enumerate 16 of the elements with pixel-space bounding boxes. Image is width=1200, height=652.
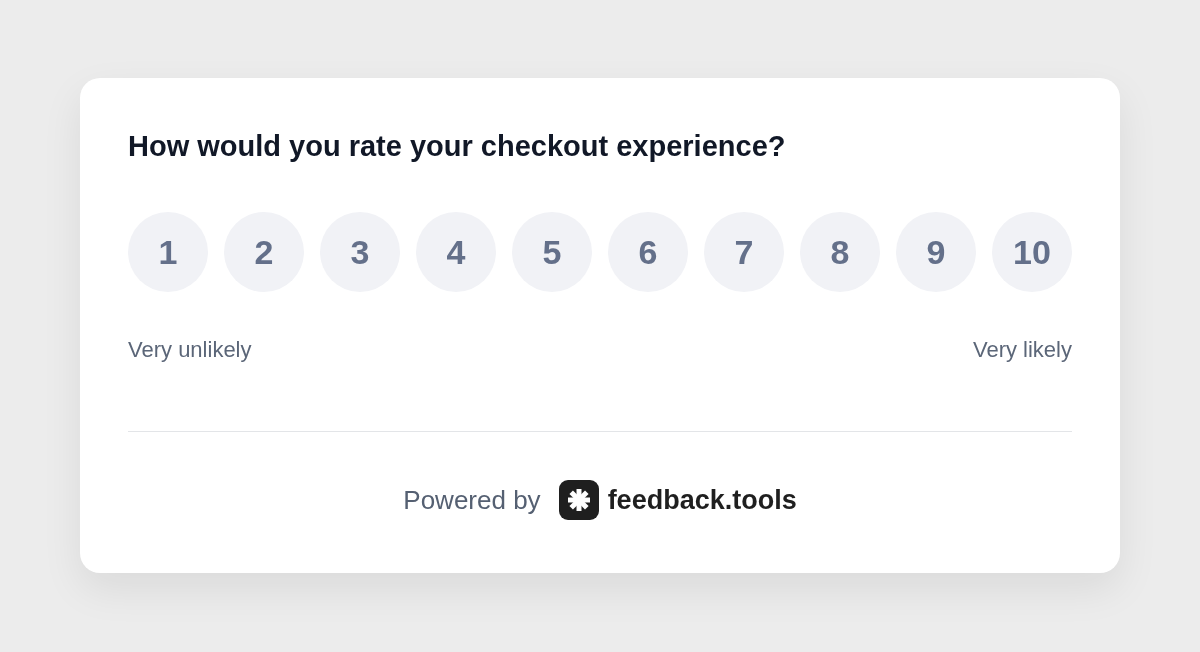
brand-link[interactable]: feedback.tools [607, 484, 797, 516]
rating-option[interactable]: 7 [704, 212, 784, 292]
rating-option[interactable]: 5 [512, 212, 592, 292]
question-title: How would you rate your checkout experience? [128, 129, 787, 164]
rating-option[interactable]: 10 [992, 212, 1072, 292]
low-label: Very unlikely [128, 337, 252, 363]
rating-option[interactable]: 6 [608, 212, 688, 292]
asterisk-logo-icon [558, 480, 599, 520]
rating-option[interactable]: 2 [224, 212, 304, 292]
rating-option[interactable]: 1 [128, 212, 208, 292]
high-label: Very likely [972, 337, 1072, 363]
rating-option[interactable]: 8 [800, 212, 880, 292]
powered-by-text: Powered by [403, 484, 541, 516]
rating-option[interactable]: 3 [320, 212, 400, 292]
rating-option[interactable]: 9 [896, 212, 976, 292]
rating-option[interactable]: 4 [416, 212, 496, 292]
